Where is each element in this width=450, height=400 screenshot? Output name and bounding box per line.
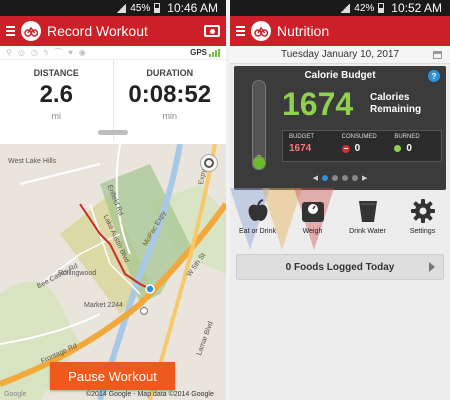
app-logo-icon (21, 21, 41, 41)
date-selector[interactable]: Tuesday January 10, 2017 (230, 46, 450, 64)
signal-icon (116, 3, 127, 13)
menu-icon[interactable] (236, 26, 245, 36)
calories-remaining-label: Calories Remaining (370, 92, 421, 116)
status-bar: 45% 10:46 AM (0, 0, 226, 16)
app-title: Record Workout (47, 23, 148, 39)
workout-stats: DISTANCE 2.6 mi DURATION 0:08:52 min (0, 60, 226, 140)
my-location-icon[interactable] (200, 154, 218, 172)
calories-label: Calories (370, 92, 410, 103)
weigh-label: Weigh (302, 228, 323, 235)
drag-handle[interactable] (98, 130, 128, 135)
route-map[interactable]: West Lake Hills Enfield Rd Lake Austin B… (0, 144, 226, 400)
calories-remaining-value: 1674 (282, 86, 354, 122)
distance-unit: mi (51, 111, 62, 121)
foods-logged-text: 0 Foods Logged Today (285, 261, 395, 273)
map-label-west-lake-hills: West Lake Hills (8, 158, 57, 165)
calendar-icon[interactable] (433, 51, 442, 59)
distance-stat: DISTANCE 2.6 mi (0, 60, 113, 140)
remaining-label: Remaining (370, 104, 422, 115)
quick-actions: Eat or Drink Weigh Drink Water Settings (230, 198, 450, 235)
drink-water-action[interactable]: Drink Water (343, 198, 393, 235)
gear-icon (410, 198, 436, 224)
google-logo: Google (4, 391, 27, 398)
clock: 10:46 AM (167, 1, 218, 15)
glass-icon (355, 198, 381, 224)
help-icon[interactable]: ? (428, 70, 440, 82)
shoe-icon[interactable]: ⌒ (54, 47, 62, 58)
pager-right-arrow-icon[interactable]: ▶ (362, 174, 367, 182)
battery-icon (378, 3, 385, 13)
timer-icon[interactable]: ◷ (31, 48, 38, 57)
gps-indicator: GPS (190, 48, 220, 57)
watch-icon[interactable]: ◉ (79, 48, 86, 57)
nutrition-screen: 42% 10:52 AM Nutrition Tuesday January 1… (230, 0, 450, 400)
consumed-header: CONSUMED (341, 134, 377, 140)
duration-unit: min (162, 111, 177, 121)
distance-label: DISTANCE (33, 68, 79, 78)
calorie-budget-card[interactable]: Calorie Budget ? 1674 Calories Remaining… (234, 66, 446, 190)
drink-water-label: Drink Water (349, 228, 386, 235)
battery-percent: 42% (354, 2, 375, 14)
budget-column: BUDGET 1674 (283, 131, 336, 161)
consumed-column: CONSUMED 0 (336, 131, 389, 161)
consumed-value: 0 (341, 143, 389, 154)
foods-logged-button[interactable]: 0 Foods Logged Today (236, 254, 444, 280)
burned-column: BURNED 0 (388, 131, 441, 161)
distance-value: 2.6 (39, 81, 73, 108)
battery-percent: 45% (130, 2, 151, 14)
eat-or-drink-label: Eat or Drink (239, 228, 276, 235)
record-workout-screen: 45% 10:46 AM Record Workout ⚲ ◎ ◷ ϟ ⌒ ♥ … (0, 0, 226, 400)
calorie-budget-title: Calorie Budget (304, 70, 376, 81)
calorie-breakdown: BUDGET 1674 CONSUMED 0 BURNED 0 (282, 130, 442, 162)
gps-signal-icon (209, 48, 220, 57)
duration-stat: DURATION 0:08:52 min (112, 60, 227, 140)
heart-icon[interactable]: ♥ (68, 48, 73, 57)
thermometer-bulb (252, 156, 266, 170)
app-bar: Record Workout (0, 16, 226, 46)
calorie-thermometer (252, 80, 266, 170)
map-label-market: Market 2244 (84, 302, 123, 309)
battery-icon (154, 3, 161, 13)
duration-value: 0:08:52 (128, 81, 212, 108)
burned-dot-icon (394, 145, 402, 152)
current-date: Tuesday January 10, 2017 (280, 49, 400, 60)
app-bar-right: Nutrition (230, 16, 450, 46)
app-logo-icon (251, 21, 271, 41)
map-copyright: ©2014 Google - Map data ©2014 Google (86, 391, 214, 398)
settings-action[interactable]: Settings (398, 198, 448, 235)
clock: 10:52 AM (391, 1, 442, 15)
eat-or-drink-action[interactable]: Eat or Drink (233, 198, 283, 235)
camera-icon[interactable] (204, 25, 220, 37)
gps-label: GPS (190, 48, 207, 57)
location-pin-icon[interactable]: ⚲ (6, 48, 12, 57)
screenshot-root: 45% 10:46 AM Record Workout ⚲ ◎ ◷ ϟ ⌒ ♥ … (0, 0, 450, 400)
lightning-icon[interactable]: ϟ (44, 48, 48, 57)
budget-value: 1674 (289, 143, 312, 154)
weigh-action[interactable]: Weigh (288, 198, 338, 235)
target-icon[interactable]: ◎ (18, 48, 25, 57)
app-title: Nutrition (277, 23, 330, 39)
duration-label: DURATION (146, 68, 194, 78)
minus-icon (341, 144, 350, 153)
menu-icon[interactable] (6, 26, 15, 36)
chevron-right-icon (429, 262, 435, 272)
apple-icon (245, 198, 271, 224)
settings-label: Settings (409, 228, 436, 235)
pager-dot[interactable] (352, 175, 358, 181)
budget-header: BUDGET (289, 134, 315, 140)
signal-icon (340, 3, 351, 13)
status-bar-right: 42% 10:52 AM (230, 0, 450, 16)
activity-icons-row: ⚲ ◎ ◷ ϟ ⌒ ♥ ◉ GPS (0, 46, 226, 60)
burned-header: BURNED (394, 134, 420, 140)
scale-icon (300, 198, 326, 224)
pause-workout-button[interactable]: Pause Workout (50, 362, 175, 390)
burned-value: 0 (394, 143, 441, 154)
